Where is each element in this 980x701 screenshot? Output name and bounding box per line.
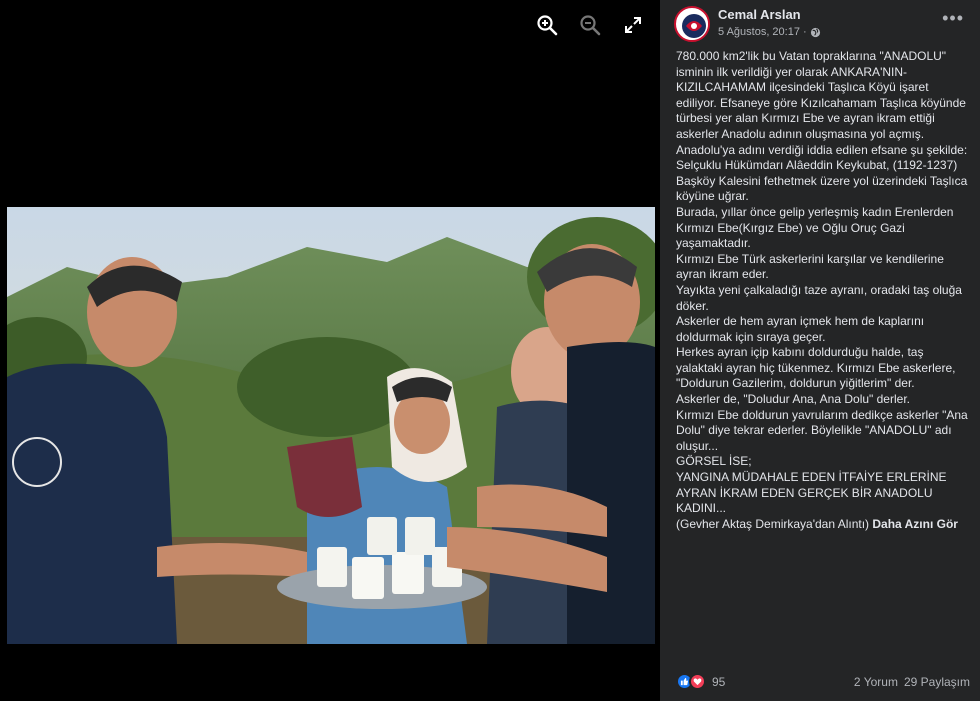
avatar-logo-icon bbox=[678, 10, 708, 40]
globe-icon bbox=[810, 27, 820, 37]
more-options-button[interactable]: ••• bbox=[942, 9, 964, 27]
photo-viewer bbox=[0, 0, 660, 701]
post-paragraph: Anadolu'ya adını verdiği iddia edilen ef… bbox=[676, 142, 968, 157]
post-meta: 5 Ağustos, 20:17 · bbox=[718, 26, 821, 38]
avatar[interactable] bbox=[674, 6, 710, 42]
engagement-counts: 2 Yorum 29 Paylaşım bbox=[854, 675, 970, 689]
zoom-out-button[interactable] bbox=[577, 12, 603, 38]
fullscreen-button[interactable] bbox=[620, 12, 646, 38]
comments-count[interactable]: 2 Yorum bbox=[854, 675, 898, 689]
post-paragraph: YANGINA MÜDAHALE EDEN İTFAİYE ERLERİNE A… bbox=[676, 470, 950, 516]
author-name[interactable]: Cemal Arslan bbox=[718, 7, 801, 22]
quote-source: (Gevher Aktaş Demirkaya'dan Alıntı) bbox=[676, 516, 870, 531]
love-reaction-icon bbox=[689, 673, 706, 690]
fullscreen-icon bbox=[625, 17, 641, 33]
post-paragraph: Burada, yıllar önce gelip yerleşmiş kadı… bbox=[676, 204, 957, 251]
post-paragraph: GÖRSEL İSE; bbox=[676, 454, 752, 469]
post-paragraph: Herkes ayran içip kabını doldurduğu hald… bbox=[676, 345, 959, 391]
post-panel: Cemal Arslan 5 Ağustos, 20:17 · ••• 780.… bbox=[660, 0, 980, 701]
zoom-in-button[interactable] bbox=[534, 12, 560, 38]
post-paragraph: Yayıkta yeni çalkaladığı taze ayranı, or… bbox=[676, 282, 966, 313]
post-paragraph: Kırmızı Ebe doldurun yavrularım dedikçe … bbox=[676, 407, 972, 453]
post-paragraph: Kırmızı Ebe Türk askerlerini karşılar ve… bbox=[676, 251, 948, 282]
zoom-out-icon bbox=[580, 15, 601, 36]
post-paragraph: Askerler de, "Doludur Ana, Ana Dolu" der… bbox=[676, 392, 910, 407]
reaction-count: 95 bbox=[712, 674, 726, 689]
post-paragraph: 780.000 km2'lik bu Vatan topraklarına "A… bbox=[676, 49, 970, 141]
post-photo[interactable] bbox=[7, 207, 655, 644]
post-text: 780.000 km2'lik bu Vatan topraklarına "A… bbox=[676, 49, 972, 532]
reactions-summary[interactable]: 95 bbox=[676, 673, 725, 690]
post-paragraph: Askerler de hem ayran içmek hem de kapla… bbox=[676, 314, 928, 344]
post-paragraph-last: (Gevher Aktaş Demirkaya'dan Alıntı) Daha… bbox=[676, 517, 972, 533]
see-less-link[interactable]: Daha Azını Gör bbox=[872, 517, 958, 531]
zoom-in-icon bbox=[537, 15, 558, 36]
post-date[interactable]: 5 Ağustos, 20:17 bbox=[718, 26, 800, 38]
more-options-icon: ••• bbox=[942, 8, 964, 28]
post-paragraph: Selçuklu Hükümdarı Alâeddin Keykubat, (1… bbox=[676, 158, 971, 204]
meta-separator: · bbox=[802, 26, 807, 38]
shares-count[interactable]: 29 Paylaşım bbox=[904, 675, 970, 689]
